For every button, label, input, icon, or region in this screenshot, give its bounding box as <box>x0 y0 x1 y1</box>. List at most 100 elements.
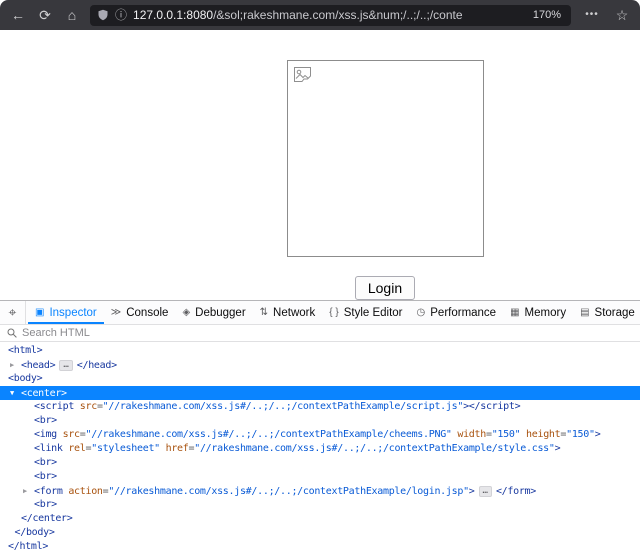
markup-value: "//rakeshmane.com/xss.js#/..;/..;/contex… <box>103 401 463 412</box>
browser-window: ← ⟳ ⌂ ⓘ 127.0.0.1:8080/&sol;rakeshmane.c… <box>0 0 640 558</box>
node-br[interactable]: <br> <box>0 414 640 428</box>
url-path: /&sol;rakeshmane.com/xss.js&num;/..;/..;… <box>213 8 462 22</box>
node-img[interactable]: <img src="//rakeshmane.com/xss.js#/..;/.… <box>0 428 640 442</box>
zoom-indicator[interactable]: 170% <box>530 8 564 22</box>
tab-debugger[interactable]: ◈ Debugger <box>175 301 252 324</box>
node-link[interactable]: <link rel="stylesheet" href="//rakeshman… <box>0 442 640 456</box>
markup-tag: </body> <box>15 527 55 538</box>
node-form[interactable]: ▶<form action="//rakeshmane.com/xss.js#/… <box>0 484 640 498</box>
markup-tag: <html> <box>8 345 42 356</box>
markup-tag: <br> <box>34 471 57 482</box>
markup-tag: <link <box>34 443 63 454</box>
node-center-open[interactable]: ▼<center> <box>0 386 640 400</box>
search-icon <box>7 328 17 338</box>
markup-value: "//rakeshmane.com/xss.js#/..;/..;/contex… <box>194 443 554 454</box>
node-center-close[interactable]: </center> <box>0 512 640 526</box>
markup-tag: <br> <box>34 499 57 510</box>
pick-element-icon[interactable]: ⌖ <box>0 301 26 324</box>
performance-icon: ◷ <box>417 308 426 318</box>
tab-memory[interactable]: ▦ Memory <box>503 301 573 324</box>
markup-value: "150" <box>566 429 595 440</box>
tab-console-label: Console <box>126 307 168 319</box>
style-editor-icon: { } <box>329 308 338 318</box>
markup-attr: href <box>160 443 189 454</box>
markup-tag: <head> <box>21 360 55 371</box>
markup-ellipsis: … <box>59 360 72 371</box>
markup-tag: <body> <box>8 373 42 384</box>
network-icon: ⇅ <box>260 308 268 318</box>
markup-value: "stylesheet" <box>91 443 160 454</box>
url-host: 127.0.0.1:8080 <box>133 8 213 22</box>
devtools-search-row <box>0 325 640 342</box>
tab-performance-label: Performance <box>430 307 496 319</box>
tab-network[interactable]: ⇅ Network <box>253 301 323 324</box>
login-button[interactable]: Login <box>355 276 415 300</box>
tracking-protection-shield-icon[interactable] <box>97 9 109 21</box>
url-text: 127.0.0.1:8080/&sol;rakeshmane.com/xss.j… <box>133 8 524 22</box>
markup-tag: > <box>469 486 475 497</box>
markup-attr: src <box>57 429 80 440</box>
node-html-close[interactable]: </html> <box>0 540 640 554</box>
page-actions-menu-icon[interactable]: ••• <box>580 10 604 20</box>
debugger-icon: ◈ <box>182 308 190 318</box>
tab-storage-label: Storage <box>595 307 635 319</box>
tab-debugger-label: Debugger <box>195 307 246 319</box>
devtools-tabbar: ⌖ ▣ Inspector ≫ Console ◈ Debugger ⇅ Network { }… <box>0 301 640 325</box>
tab-performance[interactable]: ◷ Performance <box>410 301 504 324</box>
collapse-arrow-icon[interactable]: ▼ <box>10 386 21 400</box>
memory-icon: ▦ <box>510 308 519 318</box>
console-icon: ≫ <box>111 308 121 318</box>
markup-tag: ></script> <box>463 401 520 412</box>
tab-storage[interactable]: ▤ Storage <box>573 301 640 324</box>
site-info-icon[interactable]: ⓘ <box>115 9 127 21</box>
markup-value: "//rakeshmane.com/xss.js#/..;/..;/contex… <box>108 486 468 497</box>
tab-style-editor[interactable]: { } Style Editor <box>322 301 409 324</box>
markup-tag: > <box>595 429 601 440</box>
bookmark-star-icon[interactable]: ☆ <box>613 8 631 22</box>
markup-tag: </html> <box>8 541 48 552</box>
tab-console[interactable]: ≫ Console <box>104 301 176 324</box>
broken-image-placeholder <box>287 60 484 257</box>
broken-image-icon <box>293 66 312 88</box>
markup-attr: action <box>63 486 103 497</box>
node-body-close[interactable]: </body> <box>0 526 640 540</box>
node-br[interactable]: <br> <box>0 470 640 484</box>
tab-memory-label: Memory <box>525 307 567 319</box>
back-icon[interactable]: ← <box>9 8 27 22</box>
markup-tag: > <box>555 443 561 454</box>
tab-inspector[interactable]: ▣ Inspector <box>28 301 104 324</box>
tab-inspector-label: Inspector <box>49 307 96 319</box>
home-icon[interactable]: ⌂ <box>63 8 81 22</box>
node-html-open[interactable]: <html> <box>0 344 640 358</box>
node-br[interactable]: <br> <box>0 456 640 470</box>
markup-value: "//rakeshmane.com/xss.js#/..;/..;/contex… <box>86 429 452 440</box>
markup-tag: <script <box>34 401 74 412</box>
reload-icon[interactable]: ⟳ <box>36 8 54 22</box>
markup-value: "150" <box>492 429 521 440</box>
node-script[interactable]: <script src="//rakeshmane.com/xss.js#/..… <box>0 400 640 414</box>
markup-tag: <img <box>34 429 57 440</box>
node-head[interactable]: ▶<head> … </head> <box>0 358 640 372</box>
inspector-icon: ▣ <box>35 308 44 318</box>
storage-icon: ▤ <box>580 308 589 318</box>
url-bar[interactable]: ⓘ 127.0.0.1:8080/&sol;rakeshmane.com/xss… <box>90 5 571 26</box>
markup-view: <html>▶<head>…</head><body>▼<center><scr… <box>0 342 640 558</box>
browser-toolbar: ← ⟳ ⌂ ⓘ 127.0.0.1:8080/&sol;rakeshmane.c… <box>0 0 640 30</box>
markup-tag: <br> <box>34 415 57 426</box>
expand-arrow-icon[interactable]: ▶ <box>23 484 34 498</box>
devtools-panel: ⌖ ▣ Inspector ≫ Console ◈ Debugger ⇅ Network { }… <box>0 300 640 558</box>
tab-network-label: Network <box>273 307 315 319</box>
page-viewport: Login <box>0 30 640 300</box>
markup-attr: height <box>520 429 560 440</box>
search-input[interactable] <box>22 327 633 340</box>
markup-tag: </head> <box>77 360 117 371</box>
markup-tag: </center> <box>21 513 73 524</box>
markup-tag: <center> <box>21 388 67 399</box>
markup-attr: src <box>74 401 97 412</box>
tab-style-editor-label: Style Editor <box>344 307 403 319</box>
markup-attr: width <box>452 429 486 440</box>
expand-arrow-icon[interactable]: ▶ <box>10 358 21 372</box>
markup-tag: <form <box>34 486 63 497</box>
node-br[interactable]: <br> <box>0 498 640 512</box>
node-body-open[interactable]: <body> <box>0 372 640 386</box>
